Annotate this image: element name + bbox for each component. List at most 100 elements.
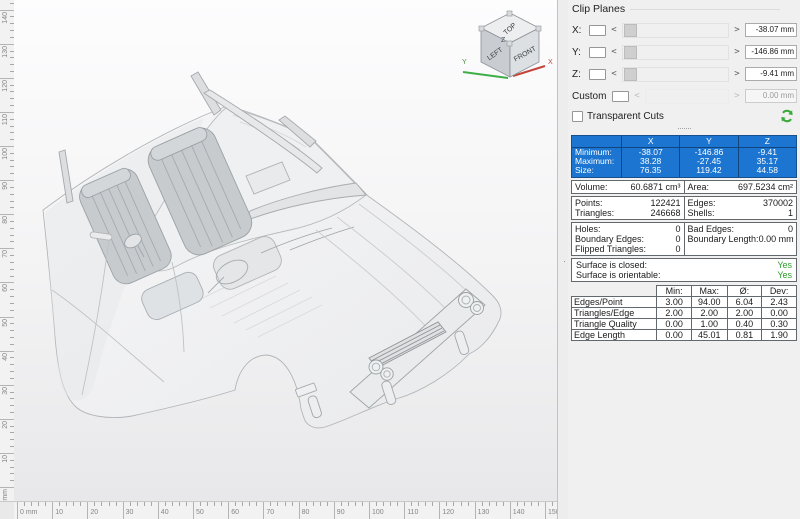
clip-axis-value-field[interactable]: -38.07 mm xyxy=(745,23,797,37)
ruler-tick xyxy=(517,502,518,506)
transparent-cuts-checkbox[interactable] xyxy=(572,111,583,122)
ruler-tick xyxy=(73,502,74,506)
clip-row-y: Y:<>-146.86 mm xyxy=(572,45,797,59)
quality-table: Min:Max:Ø:Dev:Edges/Point3.0094.006.042.… xyxy=(571,285,797,341)
ruler-tick xyxy=(545,502,546,519)
ruler-tick xyxy=(299,502,300,519)
stat-value: 0 xyxy=(788,224,793,234)
bounds-row-label: Size: xyxy=(572,166,621,177)
clip-axis-checkbox[interactable] xyxy=(589,69,606,80)
quality-header-row: Min:Max:Ø:Dev: xyxy=(572,286,797,297)
clip-axis-slider[interactable] xyxy=(622,67,729,82)
ruler-tick xyxy=(214,502,215,506)
clip-axis-increment-button[interactable]: > xyxy=(733,67,741,81)
stat-column: Edges:370002Shells:1 xyxy=(684,197,797,219)
ruler-label: 70 xyxy=(2,250,9,258)
slider-thumb[interactable] xyxy=(624,68,637,81)
ruler-tick xyxy=(242,502,243,506)
transparent-cuts-row: Transparent Cuts xyxy=(572,110,797,123)
stat-label: Area: xyxy=(688,182,710,192)
bounds-value: 119.42 xyxy=(679,166,737,177)
custom-checkbox[interactable] xyxy=(612,91,629,102)
stat-line: Shells:1 xyxy=(688,208,794,218)
custom-slider[interactable] xyxy=(645,89,729,104)
ruler-tick xyxy=(510,502,511,519)
quality-row-label: Triangles/Edge xyxy=(572,308,657,319)
clip-axis-increment-button[interactable]: > xyxy=(733,23,741,37)
stat-column: Area:697.5234 cm² xyxy=(684,181,797,193)
ruler-label: 90 xyxy=(2,182,9,190)
ruler-tick xyxy=(249,502,250,506)
ruler-tick xyxy=(59,502,60,506)
surface-line: Surface is orientable:Yes xyxy=(575,270,793,280)
ruler-tick xyxy=(52,502,53,519)
clip-axis-decrement-button[interactable]: < xyxy=(610,67,618,81)
ruler-label: 90 xyxy=(337,509,345,516)
stat-column: Points:122421Triangles:246668 xyxy=(572,197,684,219)
ruler-tick xyxy=(0,351,14,352)
ruler-tick xyxy=(496,502,497,506)
custom-decrement-button[interactable]: < xyxy=(633,89,641,103)
clip-axis-checkbox[interactable] xyxy=(589,47,606,58)
ruler-label: 150 xyxy=(548,509,557,516)
ruler-tick xyxy=(0,385,14,386)
ruler-label: 130 xyxy=(478,509,490,516)
ruler-tick xyxy=(313,502,314,506)
bounds-table: XYZMinimum:-38.07-146.86-9.41Maximum:38.… xyxy=(571,135,797,178)
ruler-tick xyxy=(200,502,201,506)
clip-axis-increment-button[interactable]: > xyxy=(733,45,741,59)
quality-value: 94.00 xyxy=(691,297,727,308)
nav-cube[interactable]: TOP LEFT FRONT Y X Z xyxy=(462,11,553,78)
ruler-tick xyxy=(193,502,194,519)
quality-value: 2.00 xyxy=(727,308,762,319)
quality-column-header: Min: xyxy=(657,286,692,297)
quality-value: 0.00 xyxy=(762,308,797,319)
ruler-label: 140 xyxy=(2,12,9,24)
panel-splitter-horizontal[interactable]: ······· xyxy=(568,125,800,135)
quality-value: 0.30 xyxy=(762,319,797,330)
clip-axis-checkbox[interactable] xyxy=(589,25,606,36)
quality-value: 45.01 xyxy=(691,330,727,341)
ruler-tick xyxy=(151,502,152,506)
splitter-handle-dots[interactable]: ······· xyxy=(677,123,691,133)
ruler-tick xyxy=(432,502,433,506)
stat-boxes: Volume:60.6871 cm³Area:697.5234 cm²Point… xyxy=(568,180,800,256)
custom-value-field[interactable]: 0.00 mm xyxy=(745,89,797,103)
clip-axis-value-field[interactable]: -9.41 mm xyxy=(745,67,797,81)
ruler-tick xyxy=(362,502,363,506)
stat-label: Bad Edges: xyxy=(688,224,735,234)
ruler-label: 120 xyxy=(442,509,454,516)
quality-row: Triangle Quality0.001.000.400.30 xyxy=(572,319,797,330)
clip-axis-slider[interactable] xyxy=(622,45,729,60)
ruler-tick xyxy=(45,502,46,506)
ruler-label: 120 xyxy=(2,80,9,92)
slider-thumb[interactable] xyxy=(624,24,637,37)
clip-axis-slider[interactable] xyxy=(622,23,729,38)
ruler-horizontal: 0 mm102030405060708090100110120130140150 xyxy=(14,501,557,519)
ruler-label: 80 xyxy=(2,216,9,224)
ruler-label: 0 mm xyxy=(2,489,9,501)
quality-value: 2.00 xyxy=(691,308,727,319)
slider-thumb[interactable] xyxy=(624,46,637,59)
ruler-tick xyxy=(418,502,419,506)
ruler-tick xyxy=(158,502,159,519)
ruler-label: 10 xyxy=(2,455,9,463)
ruler-label: 130 xyxy=(2,46,9,58)
quality-value: 0.81 xyxy=(727,330,762,341)
ruler-tick xyxy=(552,502,553,506)
custom-increment-button[interactable]: > xyxy=(733,89,741,103)
canvas-3d[interactable]: TOP LEFT FRONT Y X Z xyxy=(14,0,557,501)
ruler-vertical: 0 mm102030405060708090100110120130140 xyxy=(0,0,15,501)
quality-value: 6.04 xyxy=(727,297,762,308)
stat-value: 0 xyxy=(675,244,680,254)
clip-axis-value-field[interactable]: -146.86 mm xyxy=(745,45,797,59)
ruler-label: 30 xyxy=(126,509,134,516)
ruler-corner xyxy=(0,501,14,519)
quality-row: Edges/Point3.0094.006.042.43 xyxy=(572,297,797,308)
clip-axis-decrement-button[interactable]: < xyxy=(610,45,618,59)
refresh-icon[interactable] xyxy=(780,109,794,123)
ruler-tick xyxy=(130,502,131,506)
clip-axis-decrement-button[interactable]: < xyxy=(610,23,618,37)
quality-row: Edge Length0.0045.010.811.90 xyxy=(572,330,797,341)
ruler-tick xyxy=(172,502,173,506)
